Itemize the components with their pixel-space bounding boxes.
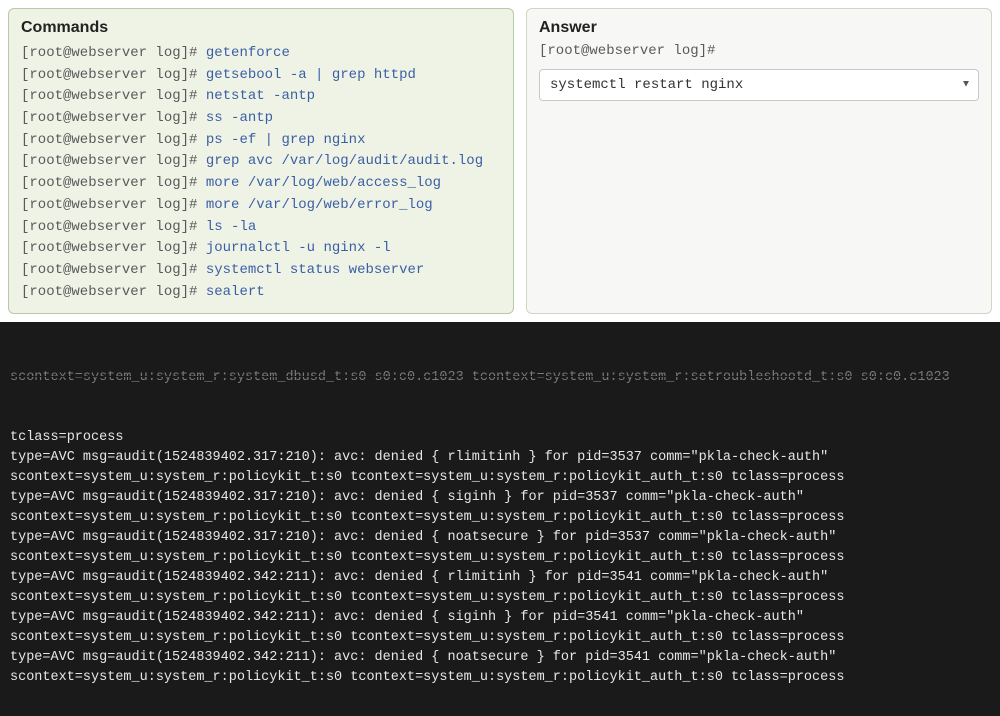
- terminal-line: tclass=process: [10, 428, 990, 448]
- terminal-line: scontext=system_u:system_r:policykit_t:s…: [10, 548, 990, 568]
- shell-prompt: [root@webserver log]#: [21, 219, 206, 235]
- terminal-line: type=AVC msg=audit(1524839402.342:211): …: [10, 608, 990, 628]
- command-line: [root@webserver log]# getsebool -a | gre…: [21, 65, 501, 87]
- command-line: [root@webserver log]# sealert: [21, 282, 501, 304]
- answer-panel: Answer [root@webserver log]# systemctl r…: [526, 8, 992, 314]
- shell-prompt: [root@webserver log]#: [21, 132, 206, 148]
- terminal-line: type=AVC msg=audit(1524839402.342:211): …: [10, 648, 990, 668]
- command-link[interactable]: journalctl -u nginx -l: [206, 240, 391, 256]
- commands-panel: Commands [root@webserver log]# getenforc…: [8, 8, 514, 314]
- shell-prompt: [root@webserver log]#: [21, 240, 206, 256]
- command-line: [root@webserver log]# ps -ef | grep ngin…: [21, 130, 501, 152]
- top-panels: Commands [root@webserver log]# getenforc…: [0, 0, 1000, 322]
- commands-list: [root@webserver log]# getenforce[root@we…: [21, 43, 501, 303]
- shell-prompt: [root@webserver log]#: [21, 284, 206, 300]
- command-line: [root@webserver log]# ss -antp: [21, 108, 501, 130]
- command-link[interactable]: ss -antp: [206, 110, 273, 126]
- answer-select-wrap: systemctl restart nginx ▼: [539, 69, 979, 101]
- terminal-body: tclass=processtype=AVC msg=audit(1524839…: [10, 428, 990, 688]
- terminal-line: scontext=system_u:system_r:policykit_t:s…: [10, 588, 990, 608]
- command-link[interactable]: sealert: [206, 284, 265, 300]
- commands-title: Commands: [21, 19, 501, 37]
- command-line: [root@webserver log]# more /var/log/web/…: [21, 173, 501, 195]
- command-link[interactable]: more /var/log/web/error_log: [206, 197, 433, 213]
- terminal-line: type=AVC msg=audit(1524839402.317:210): …: [10, 528, 990, 548]
- shell-prompt: [root@webserver log]#: [21, 153, 206, 169]
- command-line: [root@webserver log]# grep avc /var/log/…: [21, 151, 501, 173]
- command-line: [root@webserver log]# systemctl status w…: [21, 260, 501, 282]
- command-line: [root@webserver log]# netstat -antp: [21, 86, 501, 108]
- shell-prompt: [root@webserver log]#: [21, 110, 206, 126]
- terminal-line: type=AVC msg=audit(1524839402.317:210): …: [10, 448, 990, 468]
- terminal-line: scontext=system_u:system_r:policykit_t:s…: [10, 508, 990, 528]
- answer-select[interactable]: systemctl restart nginx: [539, 69, 979, 101]
- command-line: [root@webserver log]# getenforce: [21, 43, 501, 65]
- answer-prompt: [root@webserver log]#: [539, 43, 979, 59]
- command-line: [root@webserver log]# ls -la: [21, 217, 501, 239]
- terminal-line: scontext=system_u:system_r:policykit_t:s…: [10, 628, 990, 648]
- terminal-line-truncated: scontext=system_u:system_r:system_dbusd_…: [10, 368, 990, 388]
- command-link[interactable]: more /var/log/web/access_log: [206, 175, 441, 191]
- answer-title: Answer: [539, 19, 979, 37]
- command-line: [root@webserver log]# more /var/log/web/…: [21, 195, 501, 217]
- shell-prompt: [root@webserver log]#: [21, 67, 206, 83]
- shell-prompt: [root@webserver log]#: [21, 45, 206, 61]
- command-link[interactable]: netstat -antp: [206, 88, 315, 104]
- command-link[interactable]: getenforce: [206, 45, 290, 61]
- command-link[interactable]: getsebool -a | grep httpd: [206, 67, 416, 83]
- command-link[interactable]: grep avc /var/log/audit/audit.log: [206, 153, 483, 169]
- command-link[interactable]: systemctl status webserver: [206, 262, 424, 278]
- shell-prompt: [root@webserver log]#: [21, 197, 206, 213]
- terminal-line: scontext=system_u:system_r:policykit_t:s…: [10, 468, 990, 488]
- terminal-line: type=AVC msg=audit(1524839402.342:211): …: [10, 568, 990, 588]
- command-link[interactable]: ps -ef | grep nginx: [206, 132, 366, 148]
- terminal-output: scontext=system_u:system_r:system_dbusd_…: [0, 322, 1000, 715]
- shell-prompt: [root@webserver log]#: [21, 262, 206, 278]
- command-link[interactable]: ls -la: [206, 219, 256, 235]
- terminal-line: scontext=system_u:system_r:policykit_t:s…: [10, 668, 990, 688]
- shell-prompt: [root@webserver log]#: [21, 175, 206, 191]
- shell-prompt: [root@webserver log]#: [21, 88, 206, 104]
- command-line: [root@webserver log]# journalctl -u ngin…: [21, 238, 501, 260]
- terminal-line: type=AVC msg=audit(1524839402.317:210): …: [10, 488, 990, 508]
